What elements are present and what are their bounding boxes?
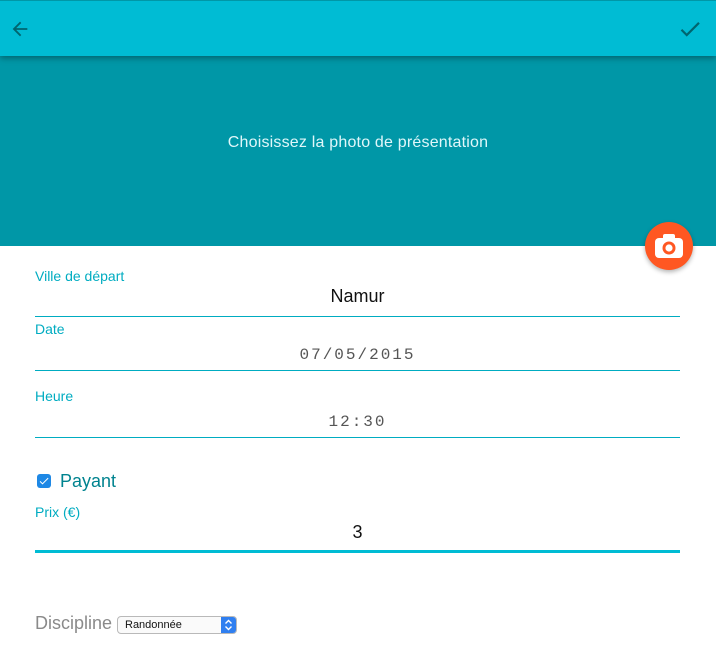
select-arrows-icon <box>221 617 236 633</box>
heure-underline <box>35 437 680 438</box>
prix-label: Prix (€) <box>35 504 81 520</box>
prix-input[interactable]: 3 <box>35 522 680 543</box>
payant-checkbox[interactable] <box>37 474 51 488</box>
ville-input[interactable]: Namur <box>35 286 680 307</box>
ville-label: Ville de départ <box>35 268 125 284</box>
confirm-button[interactable] <box>676 15 704 43</box>
discipline-selected-value: Randonnée <box>125 619 182 631</box>
check-icon <box>680 22 700 37</box>
back-button[interactable] <box>6 15 34 43</box>
checkmark-icon <box>39 477 49 485</box>
prix-underline <box>35 550 680 553</box>
ville-underline <box>35 316 680 317</box>
date-underline <box>35 370 680 371</box>
cover-photo-area[interactable]: Choisissez la photo de présentation <box>0 56 716 246</box>
cover-photo-prompt: Choisissez la photo de présentation <box>227 134 489 151</box>
heure-label: Heure <box>35 388 74 404</box>
discipline-label: Discipline <box>35 613 113 633</box>
app-toolbar <box>0 0 716 56</box>
date-label: Date <box>35 321 65 337</box>
date-input[interactable]: 07/05/2015 <box>35 346 680 364</box>
discipline-select[interactable]: Randonnée <box>117 616 237 634</box>
heure-input[interactable]: 12:30 <box>35 413 680 431</box>
camera-button[interactable] <box>645 222 693 270</box>
arrow-left-icon <box>12 21 28 37</box>
camera-icon <box>655 234 683 258</box>
payant-label[interactable]: Payant <box>60 471 116 492</box>
